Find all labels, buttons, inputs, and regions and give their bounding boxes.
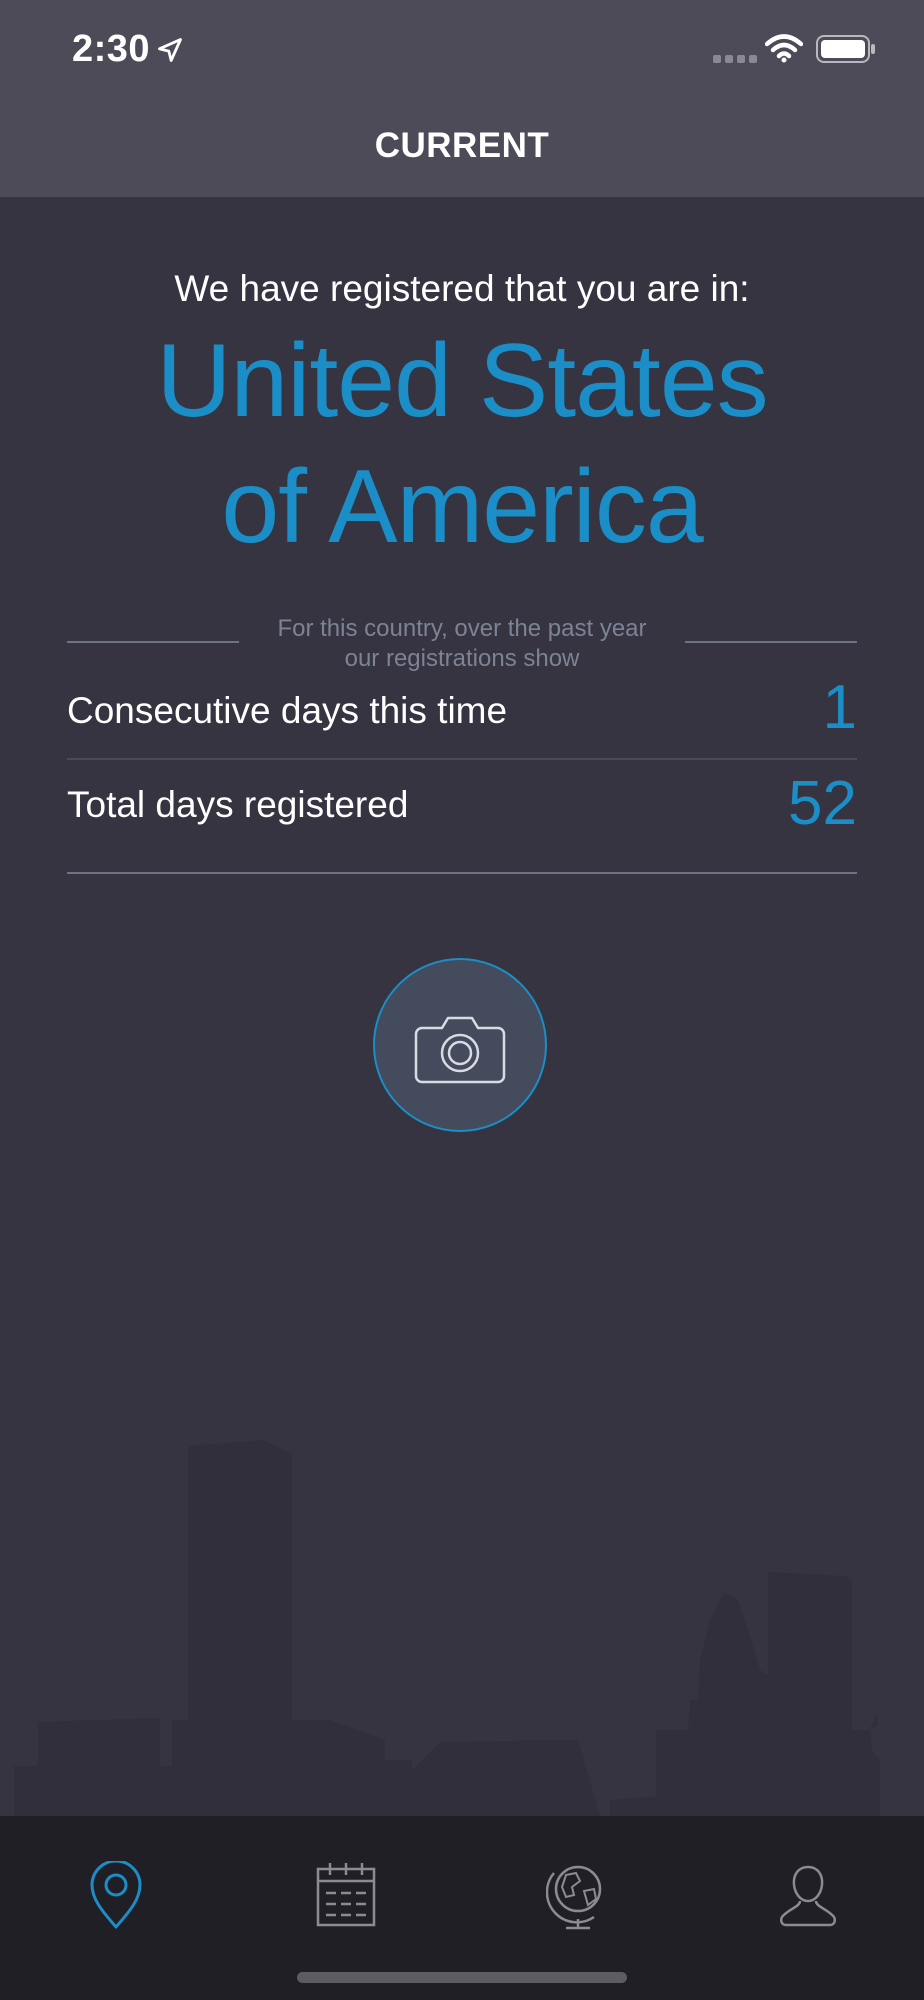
cellular-signal-icon: [713, 55, 757, 63]
period-note-line-1: For this country, over the past year: [277, 615, 647, 642]
divider-left: [67, 641, 239, 643]
city-skyline-illustration: [14, 1440, 880, 1816]
location-intro-text: We have registered that you are in:: [174, 268, 750, 309]
camera-button[interactable]: [373, 958, 547, 1132]
tab-globe[interactable]: [518, 1836, 638, 1956]
stat-row-consecutive-days: Consecutive days this time 1: [67, 672, 857, 760]
period-note-line-2: our registrations show: [344, 645, 580, 672]
country-name-line-2: of America: [221, 449, 703, 565]
status-time: 2:30: [72, 28, 151, 70]
location-arrow-icon: [158, 38, 182, 62]
battery-icon: [816, 35, 875, 63]
stat-label: Consecutive days this time: [67, 690, 508, 731]
stat-value: 1: [822, 673, 857, 742]
person-icon: [779, 1865, 837, 1927]
top-header: 2:30 CURRENT: [0, 0, 924, 197]
camera-icon: [414, 1016, 506, 1084]
location-pin-icon: [90, 1861, 142, 1929]
divider-right: [685, 641, 857, 643]
calendar-icon: [316, 1863, 376, 1927]
stat-value: 52: [788, 769, 857, 838]
tab-profile[interactable]: [748, 1836, 868, 1956]
tab-calendar[interactable]: [286, 1836, 406, 1956]
wifi-icon: [765, 34, 803, 63]
tab-location[interactable]: [56, 1836, 176, 1956]
home-indicator[interactable]: [297, 1972, 627, 1983]
country-name-line-1: United States: [156, 323, 768, 439]
globe-icon: [546, 1865, 602, 1930]
page-title: CURRENT: [374, 126, 550, 165]
stat-row-total-days: Total days registered 52: [67, 768, 857, 874]
period-note: For this country, over the past year our…: [248, 614, 676, 674]
country-name: United States of America: [0, 318, 924, 570]
stat-label: Total days registered: [67, 784, 409, 825]
